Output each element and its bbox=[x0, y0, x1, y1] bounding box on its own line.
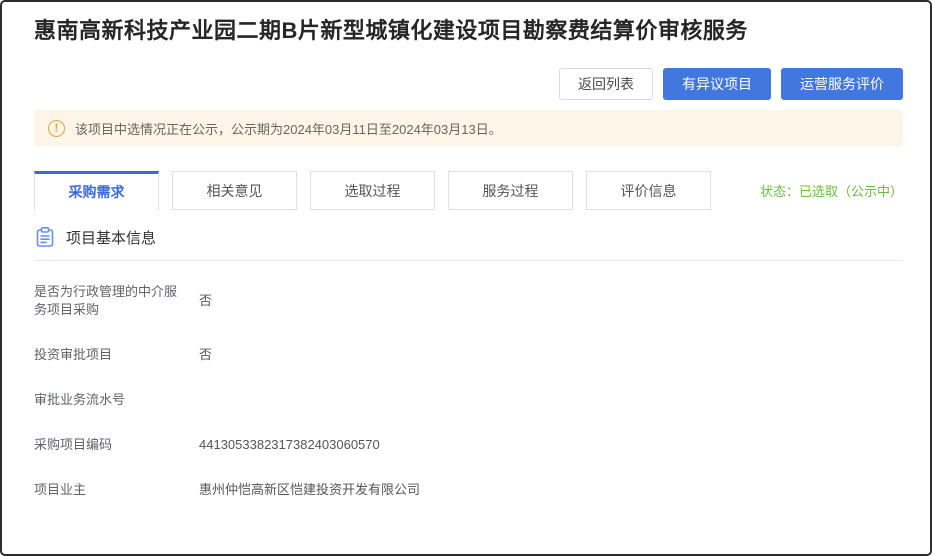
tab-related-opinions[interactable]: 相关意见 bbox=[172, 171, 297, 210]
status-badge: 状态：已选取（公示中） bbox=[760, 171, 903, 210]
field-value: 否 bbox=[199, 292, 212, 310]
toolbar: 返回列表 有异议项目 运营服务评价 bbox=[34, 68, 903, 100]
field-row-project-code: 采购项目编码 4413053382317382403060570 bbox=[34, 436, 903, 454]
publicity-notice-banner: ! 该项目中选情况正在公示，公示期为2024年03月11日至2024年03月13… bbox=[34, 110, 903, 146]
basic-info-fields: 是否为行政管理的中介服务项目采购 否 投资审批项目 否 审批业务流水号 采购项目… bbox=[34, 283, 903, 499]
field-label: 投资审批项目 bbox=[34, 346, 184, 364]
exclamation-circle-icon: ! bbox=[48, 120, 65, 137]
tab-bar: 采购需求 相关意见 选取过程 服务过程 评价信息 状态：已选取（公示中） bbox=[34, 171, 903, 210]
section-header-basic-info: 项目基本信息 bbox=[34, 226, 903, 261]
tab-procurement-demand[interactable]: 采购需求 bbox=[34, 171, 159, 210]
service-evaluation-button[interactable]: 运营服务评价 bbox=[781, 68, 903, 100]
field-value: 否 bbox=[199, 346, 212, 364]
field-value: 惠州仲恺高新区恺建投资开发有限公司 bbox=[199, 481, 420, 499]
page-title: 惠南高新科技产业园二期B片新型城镇化建设项目勘察费结算价审核服务 bbox=[34, 14, 903, 47]
clipboard-icon bbox=[34, 226, 56, 248]
field-label: 采购项目编码 bbox=[34, 436, 184, 454]
tab-service-process[interactable]: 服务过程 bbox=[448, 171, 573, 210]
field-label: 是否为行政管理的中介服务项目采购 bbox=[34, 283, 184, 319]
project-detail-page: 惠南高新科技产业园二期B片新型城镇化建设项目勘察费结算价审核服务 返回列表 有异… bbox=[0, 0, 932, 556]
back-to-list-button[interactable]: 返回列表 bbox=[559, 68, 653, 100]
field-value: 4413053382317382403060570 bbox=[199, 436, 380, 454]
section-title: 项目基本信息 bbox=[66, 227, 156, 248]
field-label: 项目业主 bbox=[34, 481, 184, 499]
tab-evaluation-info[interactable]: 评价信息 bbox=[586, 171, 711, 210]
notice-text: 该项目中选情况正在公示，公示期为2024年03月11日至2024年03月13日。 bbox=[75, 119, 502, 138]
field-row-project-owner: 项目业主 惠州仲恺高新区恺建投资开发有限公司 bbox=[34, 481, 903, 499]
tab-selection-process[interactable]: 选取过程 bbox=[310, 171, 435, 210]
field-label: 审批业务流水号 bbox=[34, 391, 184, 409]
dispute-project-button[interactable]: 有异议项目 bbox=[663, 68, 771, 100]
field-row-investment-approval: 投资审批项目 否 bbox=[34, 346, 903, 364]
field-row-intermediary-service: 是否为行政管理的中介服务项目采购 否 bbox=[34, 283, 903, 319]
field-row-approval-serial-number: 审批业务流水号 bbox=[34, 391, 903, 409]
